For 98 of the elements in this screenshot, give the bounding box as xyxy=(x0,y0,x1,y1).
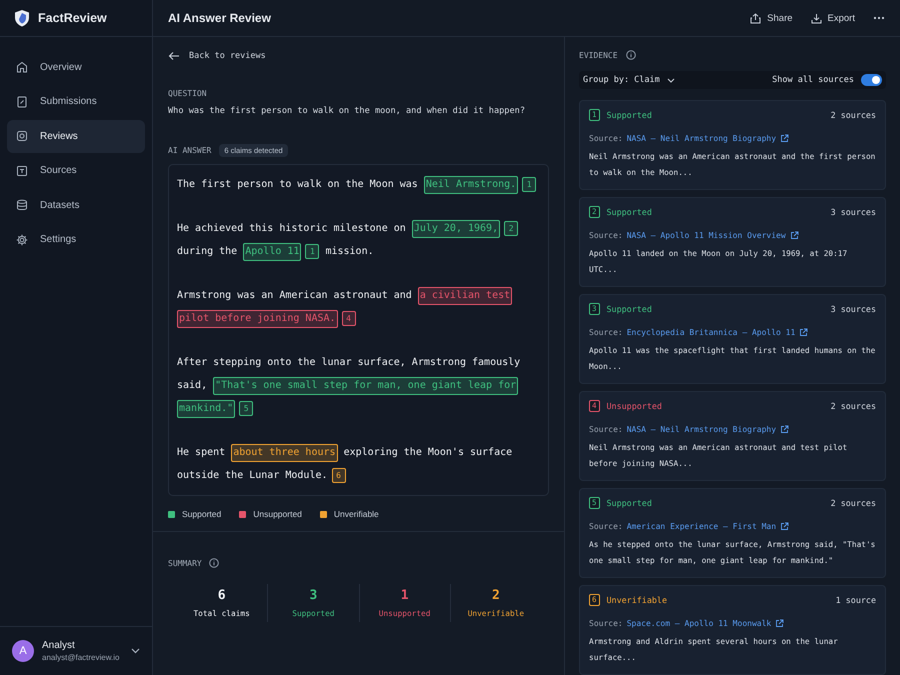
user-name: Analyst xyxy=(42,640,76,651)
external-link-icon[interactable] xyxy=(799,328,808,337)
group-by-dropdown[interactable]: Group by: Claim xyxy=(583,75,675,85)
user-avatar: A xyxy=(12,640,34,662)
claim-status: Supported xyxy=(606,110,652,120)
sidebar-item[interactable]: Sources xyxy=(7,154,145,187)
answer-text: He spent xyxy=(177,447,226,458)
answer-text: Armstrong was an American astronaut and xyxy=(177,290,413,301)
sidebar-item[interactable]: Overview xyxy=(7,51,145,84)
export-button[interactable]: Export xyxy=(810,12,855,24)
source-count: 2 sources xyxy=(830,110,876,120)
sidebar-item[interactable]: Submissions xyxy=(7,86,145,118)
chevron-down-icon[interactable] xyxy=(131,648,140,654)
share-button[interactable]: Share xyxy=(750,12,793,24)
source-count: 2 sources xyxy=(830,498,876,508)
stat-value: 6 xyxy=(218,588,226,603)
source-link[interactable]: Encyclopedia Britannica – Apollo 11 xyxy=(626,328,796,337)
source-count: 3 sources xyxy=(830,304,876,314)
source-prefix: Source: xyxy=(589,425,623,434)
claim-number: 5 xyxy=(239,401,254,416)
question-label: QUESTION xyxy=(168,89,208,98)
source-prefix: Source: xyxy=(589,328,623,337)
claim-status: Supported xyxy=(606,207,652,217)
info-icon[interactable] xyxy=(208,558,219,568)
source-count: 1 source xyxy=(836,595,876,605)
document-icon xyxy=(16,164,28,177)
legend-label: Unsupported xyxy=(253,509,302,519)
arrow-left-icon xyxy=(168,51,180,61)
claim-highlight[interactable]: "That's one small step for man, one giant leap for xyxy=(213,376,518,394)
evidence-label: EVIDENCE xyxy=(579,50,618,60)
claim-status: Supported xyxy=(606,498,652,508)
source-prefix: Source: xyxy=(589,619,623,628)
claim-highlight[interactable]: a civilian test xyxy=(418,286,512,304)
source-count: 3 sources xyxy=(830,207,876,217)
answer-text: outside the Lunar Module. xyxy=(177,470,328,481)
back-link[interactable]: Back to reviews xyxy=(168,51,266,61)
document-icon xyxy=(16,130,28,142)
source-prefix: Source: xyxy=(589,231,623,240)
sidebar-item[interactable]: Datasets xyxy=(7,189,145,222)
more-icon[interactable] xyxy=(873,16,885,20)
chevron-down-icon xyxy=(666,78,675,82)
claim-number: 1 xyxy=(522,177,536,192)
answer-text: said, xyxy=(177,380,208,391)
external-link-icon[interactable] xyxy=(775,619,784,628)
settings-icon xyxy=(16,234,28,246)
document-icon xyxy=(16,96,28,108)
claim-status: Unsupported xyxy=(606,401,662,411)
answer-text: The first person to walk on the Moon was xyxy=(177,179,419,190)
source-link[interactable]: Space.com – Apollo 11 Moonwalk xyxy=(626,619,772,628)
app-name: FactReview xyxy=(38,11,107,25)
stat-value: 1 xyxy=(400,588,409,603)
claim-highlight[interactable]: mankind." xyxy=(177,400,236,418)
sidebar-item[interactable]: Settings xyxy=(7,224,145,256)
claim-highlight[interactable]: Apollo 11 xyxy=(243,242,302,260)
claim-status: Supported xyxy=(606,304,652,314)
source-prefix: Source: xyxy=(589,134,623,143)
claim-highlight[interactable]: about three hours xyxy=(231,444,338,462)
answer-label: AI ANSWER xyxy=(168,146,212,155)
answer-text: exploring the Moon's surface xyxy=(342,447,512,458)
page-title: AI Answer Review xyxy=(168,11,271,25)
question-text: Who was the first person to walk on the moon, and when did it happen? xyxy=(168,106,526,116)
external-link-icon[interactable] xyxy=(780,425,790,434)
legend-label: Supported xyxy=(182,509,222,519)
stat-value: 3 xyxy=(309,588,318,603)
claim-number: 1 xyxy=(305,244,320,259)
source-count: 2 sources xyxy=(830,401,876,411)
summary-label: SUMMARY xyxy=(168,558,202,568)
claim-status: Unverifiable xyxy=(606,595,668,605)
toggle-label: Show all sources xyxy=(772,75,854,85)
source-link[interactable]: NASA – Neil Armstrong Biography xyxy=(626,134,776,143)
claim-highlight[interactable]: July 20, 1969, xyxy=(412,220,500,238)
answer-text: during the xyxy=(177,246,238,257)
source-prefix: Source: xyxy=(589,522,623,531)
external-link-icon[interactable] xyxy=(790,231,799,240)
external-link-icon[interactable] xyxy=(780,522,790,531)
claim-highlight[interactable]: Neil Armstrong. xyxy=(424,176,518,194)
download-icon xyxy=(810,12,822,24)
show-all-toggle[interactable] xyxy=(861,74,882,86)
legend-label: Unverifiable xyxy=(334,509,379,519)
claim-number: 6 xyxy=(332,468,346,483)
sidebar-item[interactable]: Reviews xyxy=(7,120,145,152)
claim-highlight[interactable]: pilot before joining NASA. xyxy=(177,310,338,328)
claim-number: 2 xyxy=(504,221,518,236)
external-link-icon[interactable] xyxy=(780,134,790,143)
claim-number: 4 xyxy=(342,311,356,326)
answer-text: mission. xyxy=(324,246,374,257)
source-link[interactable]: American Experience – First Man xyxy=(626,522,776,531)
database-icon xyxy=(16,199,28,212)
source-link[interactable]: NASA – Apollo 11 Mission Overview xyxy=(626,231,786,240)
source-link[interactable]: NASA – Neil Armstrong Biography xyxy=(626,425,776,434)
user-email: analyst@factreview.io xyxy=(42,653,120,662)
shield-logo-icon xyxy=(14,9,30,27)
answer-text: After stepping onto the lunar surface, Armstrong famously xyxy=(177,357,520,368)
info-icon[interactable] xyxy=(626,50,636,60)
answer-text: He achieved this historic milestone on xyxy=(177,223,407,234)
stat-value: 2 xyxy=(492,588,500,603)
home-icon xyxy=(16,61,28,74)
share-icon xyxy=(750,12,762,24)
